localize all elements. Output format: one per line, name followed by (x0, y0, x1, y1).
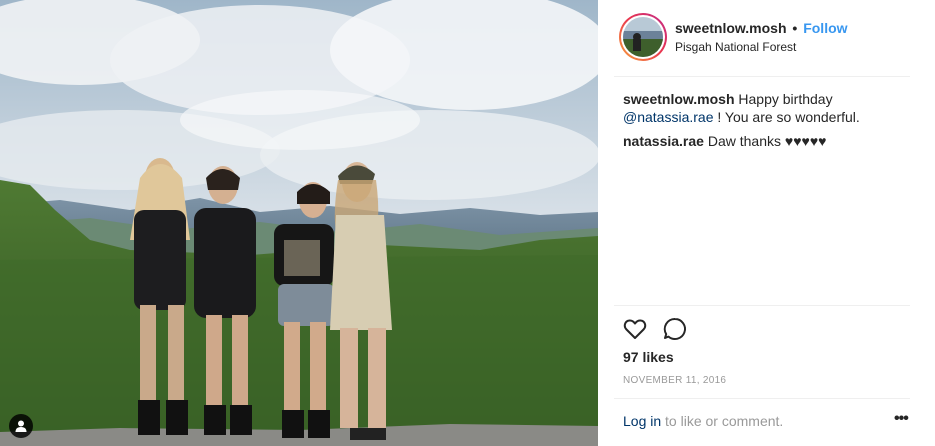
login-prompt-text: to like or comment. (661, 413, 784, 429)
location-link[interactable]: Pisgah National Forest (675, 40, 796, 54)
comment-bubble-icon[interactable] (662, 316, 688, 342)
username-link[interactable]: sweetnlow.mosh (675, 20, 787, 36)
likes-count[interactable]: 97 likes (623, 349, 674, 365)
post-date[interactable]: NOVEMBER 11, 2016 (623, 375, 726, 386)
comment-author[interactable]: natassia.rae (623, 133, 704, 149)
comment-author[interactable]: sweetnlow.mosh (623, 91, 735, 107)
comment-text: Happy birthday (738, 91, 833, 107)
post-photo[interactable] (0, 0, 598, 446)
comment-text: Daw thanks (707, 133, 785, 149)
header-divider (614, 76, 910, 77)
post-details-panel: sweetnlow.mosh • Follow Pisgah National … (598, 0, 935, 446)
login-link[interactable]: Log in (623, 413, 661, 429)
hearts-emoji: ♥♥♥♥♥ (784, 133, 827, 149)
comment-item: natassia.rae Daw thanks ♥♥♥♥♥ (623, 132, 903, 150)
comment-item: sweetnlow.mosh Happy birthday @natassia.… (623, 90, 903, 126)
actions-divider (614, 305, 910, 306)
more-options-icon[interactable]: ••• (894, 411, 910, 428)
photo-image (0, 0, 598, 446)
heart-outline-icon[interactable] (622, 316, 648, 342)
avatar[interactable] (619, 13, 667, 61)
login-prompt: Log in to like or comment. (623, 413, 783, 429)
comment-text: ! You are so wonderful. (713, 109, 860, 125)
mention-link[interactable]: @natassia.rae (623, 109, 713, 125)
post-header: sweetnlow.mosh • Follow Pisgah National … (598, 0, 935, 76)
follow-button[interactable]: Follow (803, 20, 847, 36)
user-tag-icon[interactable] (9, 414, 33, 438)
separator-dot: • (792, 20, 798, 36)
header-user-line: sweetnlow.mosh • Follow (675, 20, 848, 36)
comments-section: sweetnlow.mosh Happy birthday @natassia.… (623, 90, 903, 156)
footer-divider (614, 398, 910, 399)
